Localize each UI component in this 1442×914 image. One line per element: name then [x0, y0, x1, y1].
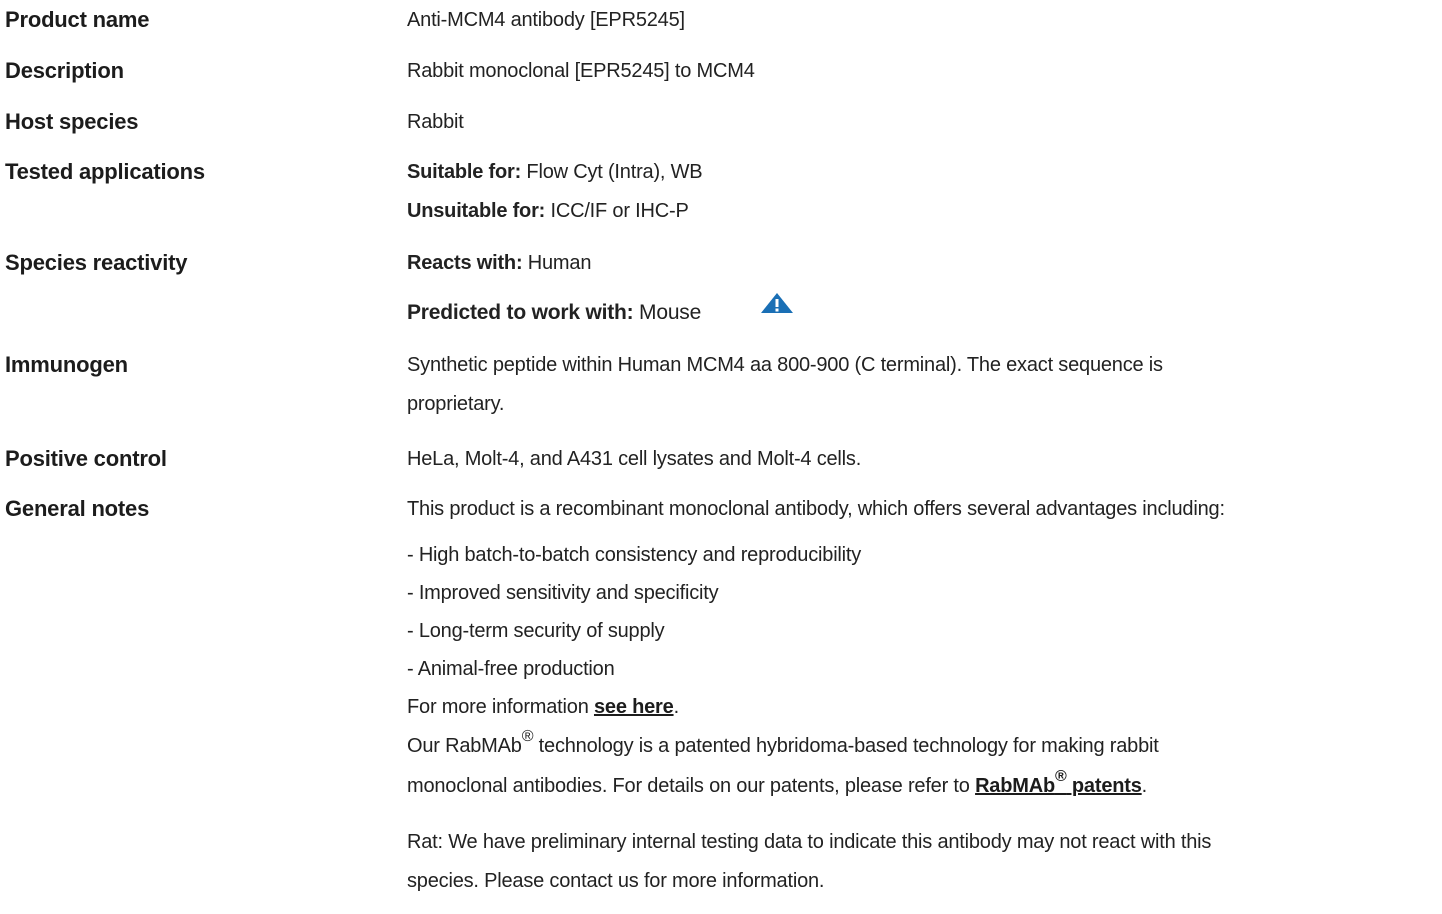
value-positive-control: HeLa, Molt-4, and A431 cell lysates and …	[407, 448, 862, 470]
reacts-value: Human	[522, 252, 592, 274]
label-general-notes: General notes	[5, 496, 150, 521]
label-species-reactivity: Species reactivity	[5, 250, 188, 275]
label-product-name: Product name	[5, 7, 150, 32]
unsuitable-value: ICC/IF or IHC-P	[545, 200, 689, 222]
rabmab-line2-prefix: monoclonal antibodies. For details on ou…	[407, 775, 976, 797]
rabmab-line-2: monoclonal antibodies. For details on ou…	[407, 769, 1148, 800]
general-notes-intro: This product is a recombinant monoclonal…	[407, 498, 1225, 520]
more-info-prefix: For more information	[407, 696, 594, 718]
more-info-suffix: .	[673, 696, 680, 718]
predicted-value: Mouse	[633, 301, 702, 324]
patents-registered-mark: ®	[1054, 768, 1067, 786]
reacts-label: Reacts with:	[407, 252, 523, 274]
unsuitable-applications: Unsuitable for: ICC/IF or IHC-P	[407, 197, 689, 225]
suitable-label: Suitable for:	[407, 161, 522, 183]
rabmab-rest: technology is a patented hybridoma-based…	[533, 735, 1159, 757]
patents-link-a: RabMAb	[975, 775, 1055, 797]
warning-triangle-icon[interactable]	[760, 292, 794, 314]
value-product-name: Anti-MCM4 antibody [EPR5245]	[407, 9, 685, 31]
more-information-line: For more information see here.	[407, 693, 679, 721]
registered-mark: ®	[521, 728, 534, 746]
reacts-with: Reacts with: Human	[407, 249, 591, 277]
value-host-species: Rabbit	[407, 111, 464, 133]
general-notes-bullet: - Improved sensitivity and specificity	[407, 582, 719, 604]
product-details-table: Product name Anti-MCM4 antibody [EPR5245…	[0, 0, 1442, 914]
label-positive-control: Positive control	[5, 446, 167, 471]
rat-note-line-1: Rat: We have preliminary internal testin…	[407, 831, 1212, 853]
general-notes-bullet: - Animal-free production	[407, 658, 615, 680]
immunogen-line-1: Synthetic peptide within Human MCM4 aa 8…	[407, 354, 1163, 376]
label-description: Description	[5, 58, 124, 83]
rabmab-prefix: Our RabMAb	[407, 735, 522, 757]
suitable-applications: Suitable for: Flow Cyt (Intra), WB	[407, 158, 703, 186]
value-description: Rabbit monoclonal [EPR5245] to MCM4	[407, 60, 755, 82]
predicted-label: Predicted to work with:	[407, 301, 634, 324]
rabmab-line-1: Our RabMAb® technology is a patented hyb…	[407, 729, 1159, 760]
see-here-link[interactable]: see here	[594, 696, 674, 718]
rabmab-line2-suffix: .	[1141, 775, 1148, 797]
rat-note-line-2: species. Please contact us for more info…	[407, 870, 825, 892]
patents-link-b: patents	[1066, 775, 1142, 797]
label-immunogen: Immunogen	[5, 352, 128, 377]
label-tested-applications: Tested applications	[5, 159, 205, 184]
unsuitable-label: Unsuitable for:	[407, 200, 546, 222]
label-host-species: Host species	[5, 109, 139, 134]
suitable-value: Flow Cyt (Intra), WB	[521, 161, 703, 183]
rabmab-patents-link[interactable]: RabMAb® patents	[975, 769, 1142, 797]
general-notes-bullet: - High batch-to-batch consistency and re…	[407, 544, 862, 566]
general-notes-bullet: - Long-term security of supply	[407, 620, 665, 642]
immunogen-line-2: proprietary.	[407, 393, 505, 415]
predicted-to-work-with: Predicted to work with: Mouse	[407, 299, 701, 327]
